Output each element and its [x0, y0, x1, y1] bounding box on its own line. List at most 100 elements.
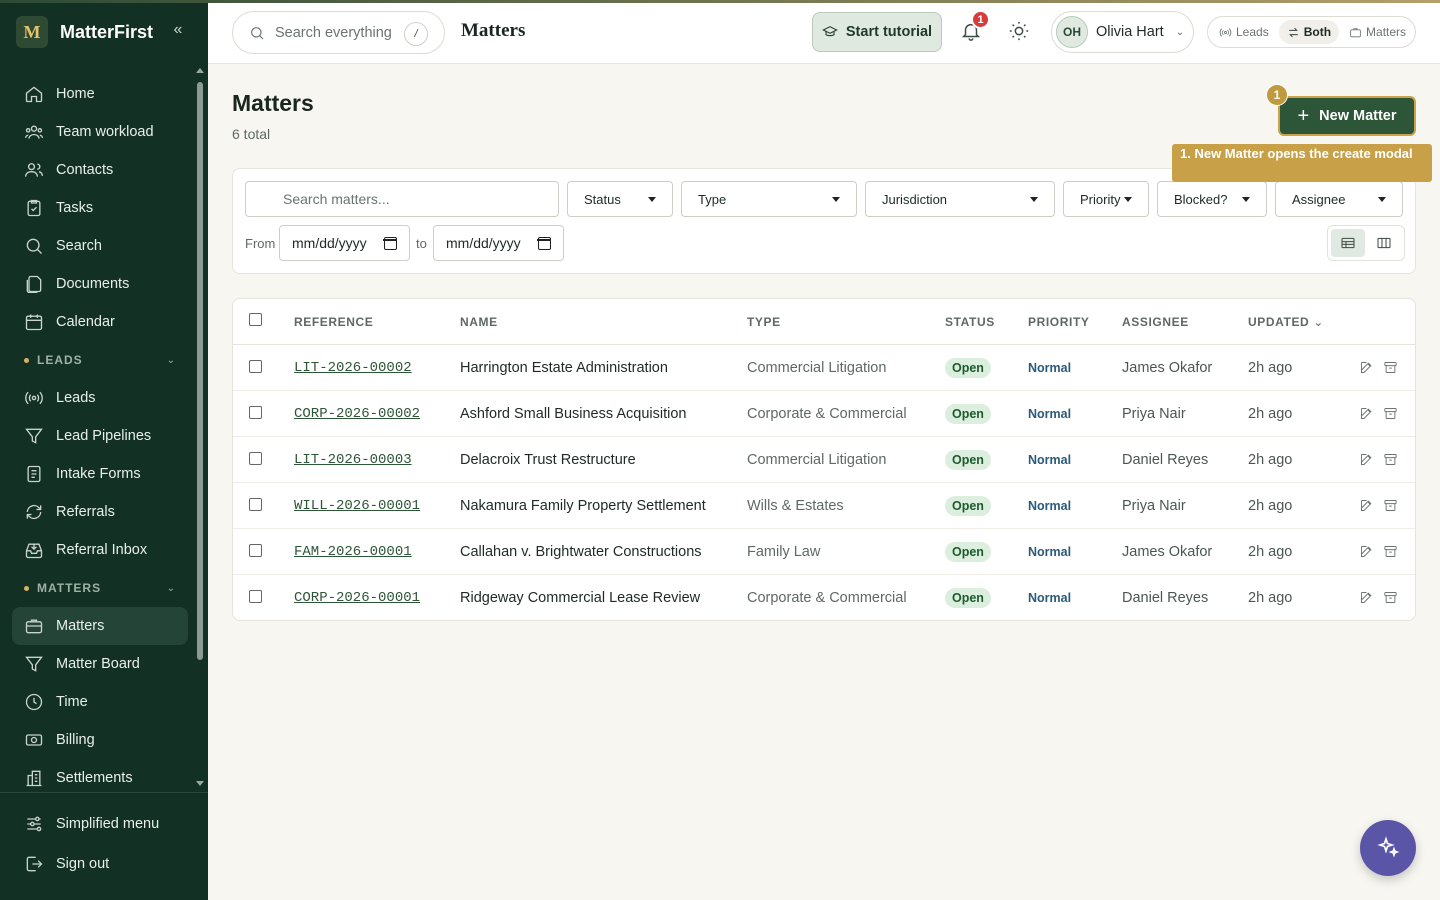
table-row[interactable]: CORP-2026-00001 Ridgeway Commercial Leas… [233, 575, 1415, 620]
row-checkbox[interactable] [249, 360, 262, 373]
reference-link[interactable]: LIT-2026-00002 [294, 360, 412, 376]
archive-button[interactable] [1383, 590, 1399, 606]
column-header-assignee[interactable]: ASSIGNEE [1122, 315, 1189, 329]
sidebar-item-leads[interactable]: Leads [12, 379, 188, 417]
sidebar-item-contacts[interactable]: Contacts [12, 151, 188, 189]
matter-name[interactable]: Ashford Small Business Acquisition [460, 406, 686, 422]
sidebar-item-intake-forms[interactable]: Intake Forms [12, 455, 188, 493]
column-header-priority[interactable]: PRIORITY [1028, 315, 1089, 329]
row-checkbox[interactable] [249, 406, 262, 419]
sidebar-item-documents[interactable]: Documents [12, 265, 188, 303]
edit-button[interactable] [1359, 498, 1375, 514]
matter-name[interactable]: Harrington Estate Administration [460, 360, 668, 376]
reference-link[interactable]: CORP-2026-00002 [294, 406, 420, 422]
global-search-input[interactable]: Search everything / [232, 11, 445, 54]
sidebar-item-calendar[interactable]: Calendar [12, 303, 188, 341]
column-header-reference[interactable]: REFERENCE [294, 315, 373, 329]
sidebar-item-label: Intake Forms [56, 466, 141, 482]
sidebar-item-sign-out[interactable]: Sign out [12, 845, 196, 883]
scroll-up-arrow-icon[interactable] [196, 68, 204, 73]
table-row[interactable]: FAM-2026-00001 Callahan v. Brightwater C… [233, 529, 1415, 575]
edit-button[interactable] [1359, 590, 1375, 606]
avatar: OH [1056, 16, 1088, 48]
reference-link[interactable]: CORP-2026-00001 [294, 590, 420, 606]
calendar-icon[interactable] [537, 236, 551, 250]
column-header-name[interactable]: NAME [460, 315, 498, 329]
sidebar-item-tasks[interactable]: Tasks [12, 189, 188, 227]
brand[interactable]: M MatterFirst [16, 16, 153, 48]
jurisdiction-filter[interactable]: Jurisdiction [865, 181, 1055, 217]
matter-name[interactable]: Ridgeway Commercial Lease Review [460, 590, 700, 606]
theme-toggle-button[interactable] [1008, 20, 1032, 44]
sidebar-item-simplified-menu[interactable]: Simplified menu [12, 805, 196, 843]
matter-name[interactable]: Delacroix Trust Restructure [460, 452, 636, 468]
mode-option-both[interactable]: Both [1278, 20, 1340, 44]
edit-button[interactable] [1359, 544, 1375, 560]
section-leads[interactable]: LEADS ⌄ [12, 341, 188, 379]
edit-button[interactable] [1359, 452, 1375, 468]
new-matter-button[interactable]: + New Matter [1278, 96, 1416, 136]
sidebar-item-search[interactable]: Search [12, 227, 188, 265]
sidebar-item-home[interactable]: Home [12, 75, 188, 113]
sidebar-nav: Home Team workload Contacts Tasks Search… [12, 75, 188, 797]
row-checkbox[interactable] [249, 452, 262, 465]
archive-button[interactable] [1383, 406, 1399, 422]
archive-button[interactable] [1383, 360, 1399, 376]
table-row[interactable]: LIT-2026-00003 Delacroix Trust Restructu… [233, 437, 1415, 483]
archive-button[interactable] [1383, 452, 1399, 468]
reference-link[interactable]: WILL-2026-00001 [294, 498, 420, 514]
calendar-icon[interactable] [383, 236, 397, 250]
edit-button[interactable] [1359, 360, 1375, 376]
column-header-type[interactable]: TYPE [747, 315, 781, 329]
ai-assistant-button[interactable] [1360, 820, 1416, 876]
blocked-filter[interactable]: Blocked? [1157, 181, 1267, 217]
sidebar-scrollbar[interactable] [196, 66, 204, 792]
table-row[interactable]: CORP-2026-00002 Ashford Small Business A… [233, 391, 1415, 437]
table-row[interactable]: LIT-2026-00002 Harrington Estate Adminis… [233, 345, 1415, 391]
sidebar-item-label: Matters [56, 618, 105, 634]
sidebar-item-matter-board[interactable]: Matter Board [12, 645, 188, 683]
reference-link[interactable]: LIT-2026-00003 [294, 452, 412, 468]
mode-option-leads[interactable]: Leads [1211, 20, 1277, 44]
section-matters[interactable]: MATTERS ⌄ [12, 569, 188, 607]
sidebar-item-time[interactable]: Time [12, 683, 188, 721]
date-from-input[interactable]: mm/dd/yyyy [279, 225, 410, 261]
date-to-input[interactable]: mm/dd/yyyy [433, 225, 564, 261]
top-accent-stripe [0, 0, 1440, 3]
table-view-button[interactable] [1331, 229, 1365, 257]
row-checkbox[interactable] [249, 590, 262, 603]
user-menu[interactable]: OH Olivia Hart ⌄ [1051, 11, 1194, 53]
assignee-filter[interactable]: Assignee [1275, 181, 1403, 217]
column-header-updated[interactable]: UPDATED ⌄ [1248, 315, 1324, 329]
edit-button[interactable] [1359, 406, 1375, 422]
sidebar-item-lead-pipelines[interactable]: Lead Pipelines [12, 417, 188, 455]
sidebar-item-referrals[interactable]: Referrals [12, 493, 188, 531]
board-view-button[interactable] [1367, 229, 1401, 257]
archive-button[interactable] [1383, 498, 1399, 514]
matter-name[interactable]: Nakamura Family Property Settlement [460, 498, 706, 514]
scrollbar-thumb[interactable] [197, 82, 203, 660]
archive-button[interactable] [1383, 544, 1399, 560]
column-header-status[interactable]: STATUS [945, 315, 995, 329]
jurisdiction-filter-label: Jurisdiction [882, 191, 948, 207]
mode-option-matters[interactable]: Matters [1341, 20, 1414, 44]
sidebar-item-label: Referrals [56, 504, 115, 520]
search-matters-input[interactable]: Search matters... [245, 181, 559, 217]
reference-link[interactable]: FAM-2026-00001 [294, 544, 412, 560]
sidebar-item-billing[interactable]: Billing [12, 721, 188, 759]
sidebar-item-referral-inbox[interactable]: Referral Inbox [12, 531, 188, 569]
type-filter[interactable]: Type [681, 181, 857, 217]
select-all-checkbox[interactable] [249, 313, 262, 326]
row-checkbox[interactable] [249, 498, 262, 511]
matter-name[interactable]: Callahan v. Brightwater Constructions [460, 544, 702, 560]
scroll-down-arrow-icon[interactable] [196, 781, 204, 786]
row-checkbox[interactable] [249, 544, 262, 557]
status-filter[interactable]: Status [567, 181, 673, 217]
collapse-sidebar-icon[interactable]: « [170, 20, 186, 40]
start-tutorial-button[interactable]: Start tutorial [812, 12, 942, 52]
archive-icon [1384, 362, 1397, 373]
table-row[interactable]: WILL-2026-00001 Nakamura Family Property… [233, 483, 1415, 529]
sidebar-item-team-workload[interactable]: Team workload [12, 113, 188, 151]
sidebar-item-matters[interactable]: Matters [12, 607, 188, 645]
priority-filter[interactable]: Priority [1063, 181, 1149, 217]
